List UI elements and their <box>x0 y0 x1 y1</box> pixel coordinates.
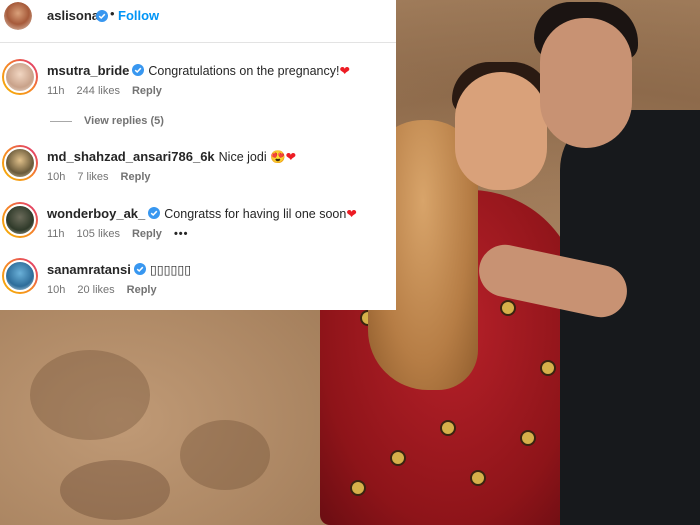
commenter-avatar[interactable] <box>2 258 38 294</box>
comment-time: 10h <box>47 284 66 296</box>
man-black-kurta <box>560 110 700 525</box>
follow-button[interactable]: Follow <box>118 8 159 23</box>
woman-face <box>455 72 547 190</box>
view-replies-button[interactable]: View replies (5) <box>50 115 164 127</box>
reply-button[interactable]: Reply <box>132 228 162 240</box>
man-face <box>540 18 632 148</box>
comment-body: ▯▯▯▯▯▯ <box>149 263 192 277</box>
comment-text-line: md_shahzad_ansari786_6k Nice jodi 😍❤ <box>47 149 296 165</box>
comment-text-line: sanamratansi ▯▯▯▯▯▯ <box>47 262 191 277</box>
separator-dot: • <box>110 6 115 21</box>
comment-time: 11h <box>47 228 65 240</box>
verified-badge-icon <box>133 263 146 275</box>
author-username[interactable]: aslisona <box>47 8 99 23</box>
comment-meta: 10h 20 likes Reply <box>47 284 169 296</box>
reply-button[interactable]: Reply <box>132 85 162 97</box>
verified-badge-icon <box>132 64 145 76</box>
comment-likes[interactable]: 20 likes <box>77 284 114 296</box>
replies-divider-line <box>50 120 72 122</box>
comment-likes[interactable]: 7 likes <box>77 171 108 183</box>
commenter-username[interactable]: wonderboy_ak_ <box>47 206 145 221</box>
commenter-username[interactable]: md_shahzad_ansari786_6k <box>47 149 215 164</box>
more-options-icon[interactable]: ••• <box>174 228 189 240</box>
comment-meta: 11h 105 likes Reply ••• <box>47 228 201 240</box>
reply-button[interactable]: Reply <box>127 284 157 296</box>
verified-badge-icon <box>93 8 108 26</box>
reply-button[interactable]: Reply <box>121 171 151 183</box>
commenter-username[interactable]: sanamratansi <box>47 262 131 277</box>
comment-meta: 10h 7 likes Reply <box>47 171 163 183</box>
comment-meta: 11h 244 likes Reply <box>47 85 174 97</box>
heart-icon: ❤ <box>346 207 357 221</box>
comment-body: Congratulations on the pregnancy! <box>148 64 340 78</box>
comment-text-line: msutra_bride Congratulations on the pregn… <box>47 63 350 78</box>
commenter-username[interactable]: msutra_bride <box>47 63 129 78</box>
comment-time: 11h <box>47 85 65 97</box>
post-header: aslisona • Follow <box>0 0 396 43</box>
comment-text-line: wonderboy_ak_ Congratss for having lil on… <box>47 206 357 221</box>
commenter-avatar[interactable] <box>2 202 38 238</box>
comment-body: Congratss for having lil one soon <box>164 207 347 221</box>
heart-icon: ❤ <box>339 64 350 78</box>
heart-eyes-heart-emoji: 😍❤ <box>270 150 297 164</box>
comments-panel: aslisona • Follow msutra_bride Congratula… <box>0 0 396 310</box>
view-replies-label: View replies (5) <box>84 115 164 127</box>
commenter-avatar[interactable] <box>2 59 38 95</box>
author-avatar[interactable] <box>4 2 32 30</box>
comment-body: Nice jodi <box>218 150 267 164</box>
comment-likes[interactable]: 105 likes <box>77 228 120 240</box>
comment-likes[interactable]: 244 likes <box>77 85 120 97</box>
verified-badge-icon <box>148 207 161 219</box>
commenter-avatar[interactable] <box>2 145 38 181</box>
comment-time: 10h <box>47 171 66 183</box>
